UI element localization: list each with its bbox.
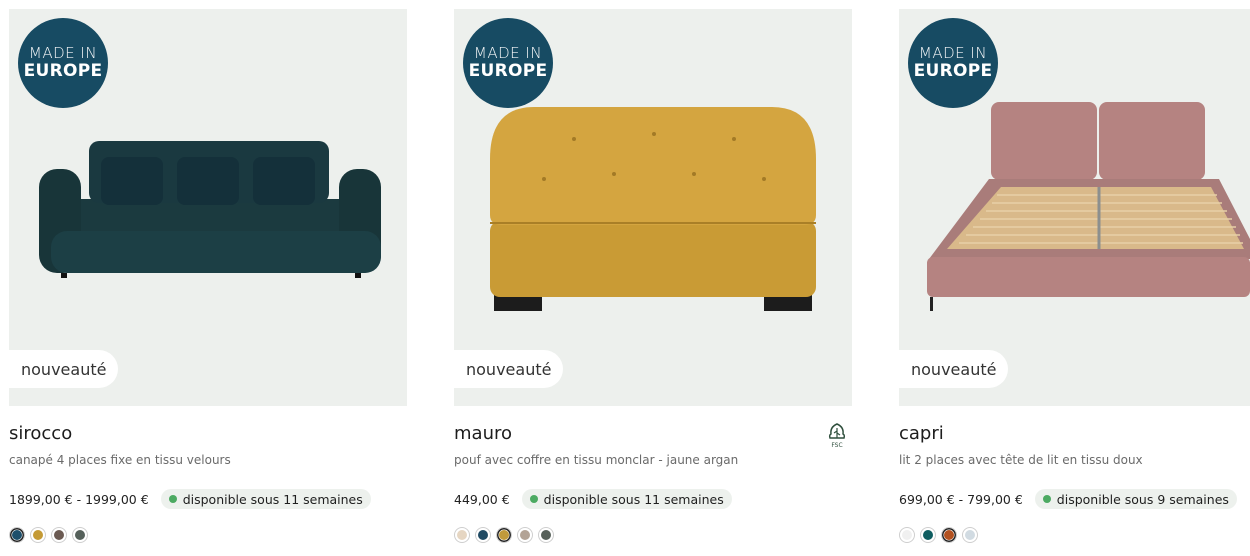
color-swatch[interactable] [899, 527, 915, 543]
color-swatch[interactable] [517, 527, 533, 543]
made-in-europe-badge: MADE IN EUROPE [18, 18, 108, 108]
new-badge: nouveauté [454, 350, 564, 388]
color-swatches [454, 527, 852, 543]
color-swatch[interactable] [72, 527, 88, 543]
color-swatch[interactable] [454, 527, 470, 543]
color-swatch[interactable] [30, 527, 46, 543]
swatch-color [499, 530, 509, 540]
product-card[interactable]: MADE IN EUROPE nouveauté capri lit 2 pla… [899, 9, 1250, 543]
swatch-color [457, 530, 467, 540]
swatch-color [965, 530, 975, 540]
swatch-color [75, 530, 85, 540]
product-image[interactable]: MADE IN EUROPE nouveauté [9, 9, 407, 406]
swatch-color [923, 530, 933, 540]
product-title-row: mauro FSC [454, 423, 852, 449]
price-row: 1899,00 € - 1999,00 € disponible sous 11… [9, 489, 407, 509]
product-title[interactable]: capri [899, 423, 1250, 445]
badge-line-2: EUROPE [23, 61, 103, 81]
product-title[interactable]: mauro [454, 423, 512, 444]
availability-badge: disponible sous 11 semaines [521, 489, 732, 509]
color-swatch[interactable] [920, 527, 936, 543]
product-card[interactable]: MADE IN EUROPE nouveauté sirocco canapé … [9, 9, 407, 543]
made-in-europe-badge: MADE IN EUROPE [463, 18, 553, 108]
made-in-europe-badge: MADE IN EUROPE [908, 18, 998, 108]
product-title[interactable]: sirocco [9, 423, 407, 445]
badge-line-2: EUROPE [468, 61, 548, 81]
swatch-color [54, 530, 64, 540]
fsc-tree-icon: FSC [828, 423, 846, 449]
badge-line-1: MADE IN [918, 44, 988, 62]
swatch-color [520, 530, 530, 540]
swatch-color [12, 530, 22, 540]
availability-dot-icon [529, 495, 538, 503]
color-swatch[interactable] [475, 527, 491, 543]
availability-badge: disponible sous 11 semaines [160, 489, 371, 509]
new-badge: nouveauté [899, 350, 1009, 388]
badge-line-2: EUROPE [913, 61, 993, 81]
badge-line-1: MADE IN [28, 44, 98, 62]
product-description: pouf avec coffre en tissu monclar - jaun… [454, 453, 739, 467]
color-swatch[interactable] [496, 527, 512, 543]
color-swatches [9, 527, 407, 543]
color-swatch[interactable] [9, 527, 25, 543]
price-row: 449,00 € disponible sous 11 semaines [454, 489, 852, 509]
color-swatch[interactable] [962, 527, 978, 543]
product-card[interactable]: MADE IN EUROPE nouveauté mauro FSC pouf … [454, 9, 852, 543]
availability-text: disponible sous 9 semaines [1056, 491, 1229, 507]
product-description: lit 2 places avec tête de lit en tissu d… [899, 453, 1143, 467]
swatch-color [944, 530, 954, 540]
availability-text: disponible sous 11 semaines [543, 491, 724, 507]
color-swatch[interactable] [51, 527, 67, 543]
fsc-label: FSC [831, 442, 842, 449]
product-image[interactable]: MADE IN EUROPE nouveauté [899, 9, 1250, 406]
availability-badge: disponible sous 9 semaines [1034, 489, 1237, 509]
new-badge: nouveauté [9, 350, 119, 388]
swatch-color [33, 530, 43, 540]
swatch-color [478, 530, 488, 540]
color-swatches [899, 527, 1250, 543]
color-swatch[interactable] [538, 527, 554, 543]
swatch-color [902, 530, 912, 540]
product-price: 699,00 € - 799,00 € [899, 491, 1023, 507]
product-image[interactable]: MADE IN EUROPE nouveauté [454, 9, 852, 406]
swatch-color [541, 530, 551, 540]
product-description: canapé 4 places fixe en tissu velours [9, 453, 231, 467]
price-row: 699,00 € - 799,00 € disponible sous 9 se… [899, 489, 1250, 509]
availability-dot-icon [1042, 495, 1051, 503]
availability-text: disponible sous 11 semaines [182, 491, 363, 507]
product-grid: MADE IN EUROPE nouveauté sirocco canapé … [0, 0, 1250, 556]
color-swatch[interactable] [941, 527, 957, 543]
availability-dot-icon [168, 495, 177, 503]
product-price: 1899,00 € - 1999,00 € [9, 491, 149, 507]
badge-line-1: MADE IN [473, 44, 543, 62]
product-price: 449,00 € [454, 491, 510, 507]
